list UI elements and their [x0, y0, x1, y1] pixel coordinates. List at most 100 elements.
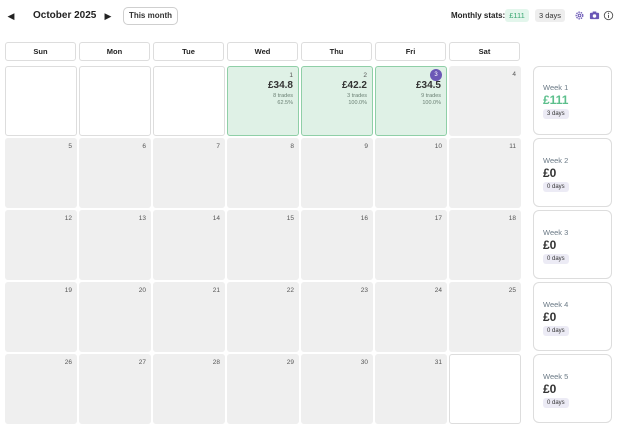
- this-month-button[interactable]: This month: [123, 7, 178, 25]
- monthly-pnl-badge: £111: [505, 9, 529, 22]
- triangle-left-icon[interactable]: ◀: [5, 9, 17, 23]
- weekday-header: Wed: [227, 42, 298, 61]
- day-number: 8: [290, 143, 294, 150]
- day-number: 11: [509, 143, 516, 150]
- day-number: 20: [138, 287, 146, 294]
- calendar-blank-cell: [153, 66, 225, 136]
- day-win-rate: 100.0%: [348, 100, 367, 106]
- weekday-header: Tue: [153, 42, 224, 61]
- week-title: Week 3: [543, 228, 569, 237]
- monthly-stats-label: Monthly stats:: [451, 11, 506, 20]
- day-number: 18: [508, 215, 516, 222]
- day-number: 6: [142, 143, 146, 150]
- calendar-day-cell[interactable]: 26: [5, 354, 77, 424]
- calendar-day-cell[interactable]: 15: [227, 210, 299, 280]
- calendar-day-cell[interactable]: 2 £42.2 3 trades 100.0%: [301, 66, 373, 136]
- calendar-day-cell[interactable]: 1 £34.8 8 trades 62.5%: [227, 66, 299, 136]
- day-number: 1: [289, 72, 293, 79]
- day-number: 9: [364, 143, 368, 150]
- calendar-day-cell[interactable]: 30: [301, 354, 373, 424]
- info-icon[interactable]: [603, 10, 614, 21]
- calendar-blank-cell: [79, 66, 151, 136]
- calendar-day-cell[interactable]: 10: [375, 138, 447, 208]
- calendar-day-cell[interactable]: 14: [153, 210, 225, 280]
- weekday-header: Sat: [449, 42, 520, 61]
- weekday-header: Sun: [5, 42, 76, 61]
- day-number: 19: [64, 287, 72, 294]
- day-number: 28: [212, 359, 220, 366]
- weekday-header: Mon: [79, 42, 150, 61]
- week-summary-card[interactable]: Week 1 £111 3 days: [533, 66, 612, 135]
- week-title: Week 1: [543, 83, 569, 92]
- calendar-day-cell[interactable]: 19: [5, 282, 77, 352]
- day-number: 16: [360, 215, 368, 222]
- triangle-right-icon[interactable]: ▶: [102, 9, 114, 23]
- calendar-day-cell[interactable]: 24: [375, 282, 447, 352]
- day-pnl: £42.2: [341, 80, 367, 91]
- day-number: 10: [434, 143, 442, 150]
- monthly-days-badge: 3 days: [535, 9, 565, 22]
- calendar-day-cell[interactable]: 27: [79, 354, 151, 424]
- gear-icon[interactable]: [574, 10, 585, 21]
- day-win-rate: 100.0%: [422, 100, 441, 106]
- day-number: 27: [138, 359, 146, 366]
- day-number: 17: [434, 215, 442, 222]
- day-number: 2: [363, 72, 367, 79]
- day-number: 25: [508, 287, 516, 294]
- week-days-badge: 0 days: [543, 182, 569, 192]
- week-pnl: £0: [543, 166, 557, 180]
- week-pnl: £0: [543, 310, 557, 324]
- calendar-day-cell[interactable]: 21: [153, 282, 225, 352]
- calendar-day-cell[interactable]: 6: [79, 138, 151, 208]
- day-number: 21: [212, 287, 220, 294]
- weekday-header: Thu: [301, 42, 372, 61]
- day-number: 13: [138, 215, 146, 222]
- calendar-day-cell[interactable]: 11: [449, 138, 521, 208]
- week-summary-card[interactable]: Week 4 £0 0 days: [533, 282, 612, 351]
- calendar-day-cell[interactable]: 31: [375, 354, 447, 424]
- day-trade-count: 8 trades: [273, 93, 293, 99]
- calendar-day-cell[interactable]: 25: [449, 282, 521, 352]
- week-days-badge: 0 days: [543, 254, 569, 264]
- day-pnl: £34.5: [415, 80, 441, 91]
- calendar-day-cell[interactable]: 7: [153, 138, 225, 208]
- calendar-day-cell[interactable]: 22: [227, 282, 299, 352]
- day-number: 24: [434, 287, 442, 294]
- calendar-day-cell[interactable]: 28: [153, 354, 225, 424]
- day-win-rate: 62.5%: [277, 100, 293, 106]
- calendar-day-cell[interactable]: 17: [375, 210, 447, 280]
- day-pnl: £34.8: [267, 80, 293, 91]
- day-number: 14: [212, 215, 220, 222]
- calendar-day-cell[interactable]: 13: [79, 210, 151, 280]
- calendar-day-cell[interactable]: 9: [301, 138, 373, 208]
- calendar-day-cell[interactable]: 18: [449, 210, 521, 280]
- calendar-day-cell[interactable]: 23: [301, 282, 373, 352]
- day-number: 26: [64, 359, 72, 366]
- calendar-day-cell[interactable]: 20: [79, 282, 151, 352]
- calendar-day-cell[interactable]: 3 £34.5 9 trades 100.0%: [375, 66, 447, 136]
- week-title: Week 2: [543, 156, 569, 165]
- calendar-day-cell[interactable]: 12: [5, 210, 77, 280]
- camera-icon[interactable]: [589, 10, 600, 21]
- week-days-badge: 0 days: [543, 398, 569, 408]
- week-days-badge: 3 days: [543, 109, 569, 119]
- day-number: 4: [512, 71, 516, 78]
- calendar-day-cell[interactable]: 4: [449, 66, 521, 136]
- week-title: Week 5: [543, 372, 569, 381]
- day-number: 30: [360, 359, 368, 366]
- calendar-day-cell[interactable]: 8: [227, 138, 299, 208]
- calendar-day-cell[interactable]: 16: [301, 210, 373, 280]
- calendar-day-cell[interactable]: 29: [227, 354, 299, 424]
- week-days-badge: 0 days: [543, 326, 569, 336]
- week-summary-card[interactable]: Week 3 £0 0 days: [533, 210, 612, 279]
- day-number: 5: [68, 143, 72, 150]
- calendar-day-cell[interactable]: 5: [5, 138, 77, 208]
- calendar-blank-cell: [449, 354, 521, 424]
- day-number: 31: [434, 359, 442, 366]
- week-pnl: £111: [543, 93, 569, 107]
- day-number: 29: [286, 359, 294, 366]
- week-summary-card[interactable]: Week 2 £0 0 days: [533, 138, 612, 207]
- week-summary-card[interactable]: Week 5 £0 0 days: [533, 354, 612, 423]
- day-number: 23: [360, 287, 368, 294]
- week-pnl: £0: [543, 382, 557, 396]
